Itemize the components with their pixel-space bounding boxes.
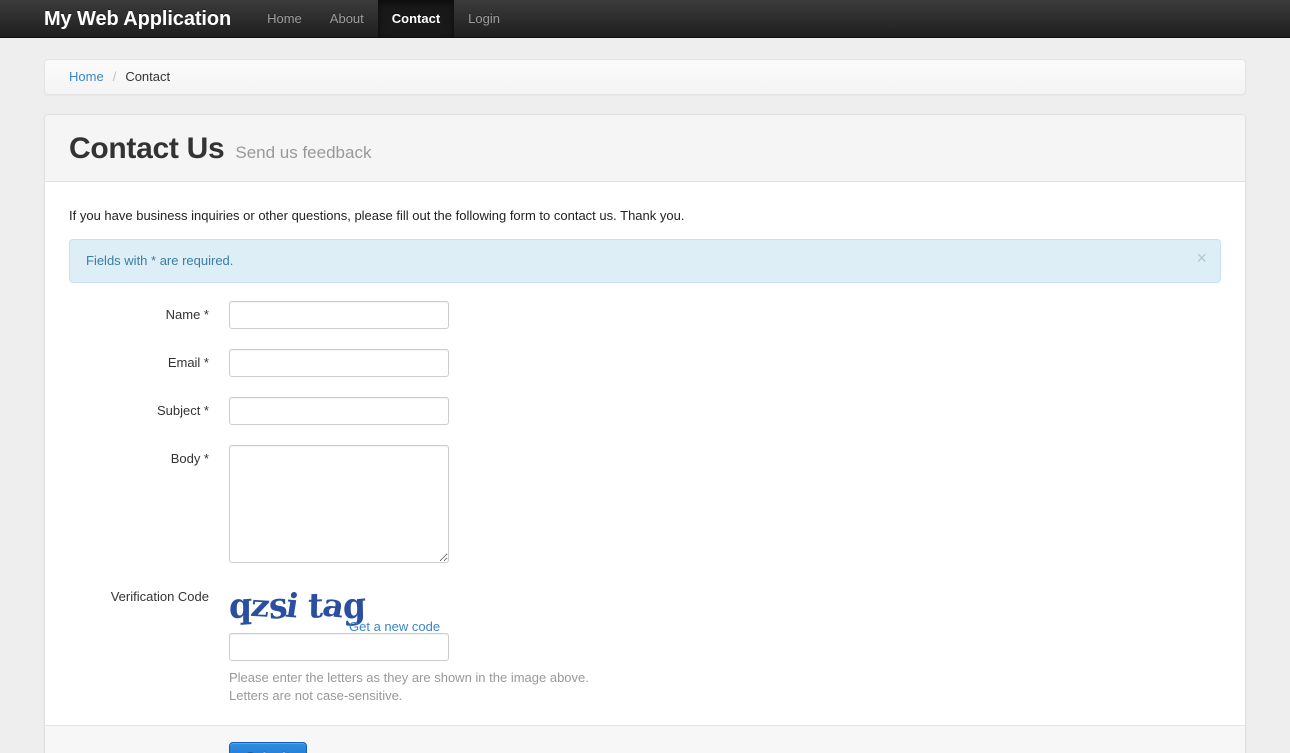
page-subtitle: Send us feedback [235,143,372,162]
get-new-code-link[interactable]: Get a new code [349,619,440,634]
contact-panel: Contact Us Send us feedback If you have … [44,114,1246,753]
body-textarea[interactable] [229,445,449,564]
form-group-name: Name * [69,301,1221,330]
label-subject: Subject * [156,403,209,419]
nav-link-login[interactable]: Login [454,0,514,37]
close-icon[interactable]: × [1196,249,1207,267]
label-body: Body * [170,451,209,467]
form-group-body: Body * [69,445,1221,564]
form-group-email: Email * [69,349,1221,378]
captcha-block: qzsi tag Get a new code Please enter the… [229,583,589,705]
nav-link-home[interactable]: Home [253,0,316,37]
top-navbar: My Web Application Home About Contact Lo… [0,0,1290,38]
verification-code-input[interactable] [229,633,449,662]
captcha-row: qzsi tag Get a new code [227,583,589,635]
required-fields-alert: Fields with * are required. × [69,239,1221,284]
breadcrumb: Home / Contact [44,59,1246,95]
label-email: Email * [167,355,209,371]
panel-footer: Submit [45,725,1245,753]
navbar-inner: My Web Application Home About Contact Lo… [0,0,514,37]
alert-text: Fields with * are required. [86,253,234,269]
navbar-links: Home About Contact Login [253,0,514,37]
intro-paragraph: If you have business inquiries or other … [69,207,685,223]
verification-help-line-2: Letters are not case-sensitive. [229,688,403,704]
label-verification-code: Verification Code [110,589,209,605]
breadcrumb-separator: / [112,69,117,84]
breadcrumb-current: Contact [125,69,171,84]
nav-link-about[interactable]: About [316,0,378,37]
panel-body: If you have business inquiries or other … [45,182,1245,706]
label-name: Name * [165,307,209,323]
captcha-image[interactable]: qzsi tag [227,583,366,629]
email-input[interactable] [229,349,449,378]
brand-link[interactable]: My Web Application [44,0,253,37]
form-group-subject: Subject * [69,397,1221,426]
footer-spacer [69,742,229,753]
verification-help-text: Please enter the letters as they are sho… [229,669,589,705]
form-group-verification: Verification Code qzsi tag Get a new cod… [69,583,1221,705]
page-title: Contact Us [69,132,225,165]
page-container: Home / Contact Contact Us Send us feedba… [44,38,1246,753]
subject-input[interactable] [229,397,449,426]
nav-link-contact[interactable]: Contact [377,0,455,37]
verification-help-line-1: Please enter the letters as they are sho… [229,670,589,686]
name-input[interactable] [229,301,449,330]
submit-button[interactable]: Submit [229,742,308,753]
panel-heading: Contact Us Send us feedback [45,115,1245,182]
breadcrumb-link-home[interactable]: Home [69,69,104,84]
